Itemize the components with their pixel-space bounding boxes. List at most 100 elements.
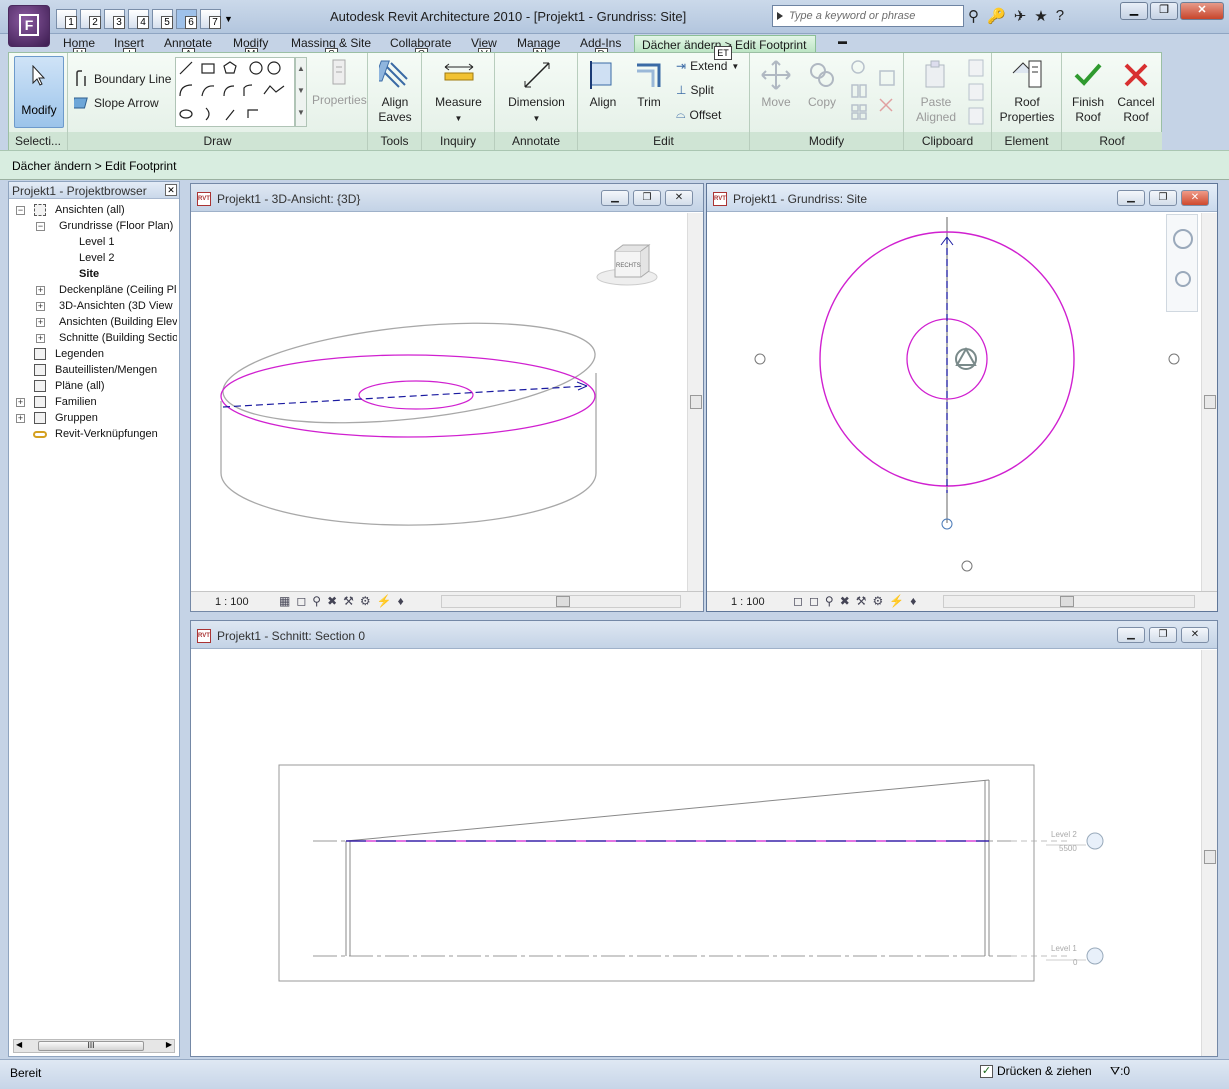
tree-legends[interactable]: Legenden <box>55 348 104 360</box>
tree-schedules[interactable]: Bauteillisten/Mengen <box>55 364 157 376</box>
tab-add-ins[interactable]: Add-InsD <box>580 36 621 61</box>
dimension-button[interactable]: Dimension ▼ <box>497 59 576 126</box>
extend-button[interactable]: ⇥ Extend ▼ <box>676 59 739 73</box>
tree-level-1[interactable]: Level 1 <box>79 236 114 248</box>
tree-views-all[interactable]: Ansichten (all) <box>55 204 125 216</box>
tab-home[interactable]: HomeH <box>63 36 95 61</box>
subscription-icon[interactable]: 🔑 <box>987 7 1006 25</box>
paste-aligned-button[interactable]: Paste Aligned <box>908 59 964 125</box>
collapse-icon[interactable]: − <box>36 222 45 231</box>
tree-groups[interactable]: Gruppen <box>55 412 98 424</box>
properties-button[interactable]: Properties <box>312 57 367 108</box>
tree-families[interactable]: Familien <box>55 396 97 408</box>
tree-elevations[interactable]: Ansichten (Building Elev <box>59 316 177 328</box>
tree-sections[interactable]: Schnitte (Building Sectio <box>59 332 177 344</box>
expand-icon[interactable]: + <box>16 414 25 423</box>
sync-icon[interactable]: 3 <box>104 9 125 29</box>
tab-view[interactable]: ViewV <box>471 36 497 61</box>
tab-insert[interactable]: InsertI <box>114 36 144 61</box>
modify-button[interactable]: Modify <box>14 56 64 128</box>
communication-icon[interactable]: ✈ <box>1014 7 1027 25</box>
trim-button[interactable]: Trim <box>628 59 670 110</box>
3d-view-qat-icon[interactable]: 7 <box>200 9 221 29</box>
scroll-thumb[interactable]: III <box>38 1041 144 1051</box>
favorites-icon[interactable]: ★ <box>1034 7 1047 25</box>
binoculars-icon[interactable]: ⚲ <box>968 7 979 25</box>
view-scale[interactable]: 1 : 100 <box>215 596 249 608</box>
tab-collaborate[interactable]: CollaborateC <box>390 36 451 61</box>
view-minimize-button[interactable]: ▁ <box>1117 627 1145 643</box>
measure-qat-icon[interactable]: 6 <box>176 9 197 29</box>
expand-icon[interactable]: + <box>36 302 45 311</box>
browser-scrollbar[interactable]: ◀ III ▶ <box>13 1039 175 1053</box>
save-icon[interactable]: 2 <box>80 9 101 29</box>
draw-gallery[interactable] <box>175 57 295 127</box>
view-restore-button[interactable]: ❐ <box>1149 190 1177 206</box>
search-input[interactable]: Type a keyword or phrase <box>772 5 964 27</box>
view-plan-vscroll[interactable] <box>1201 213 1217 591</box>
application-button[interactable]: F <box>8 5 50 47</box>
view-restore-button[interactable]: ❐ <box>1149 627 1177 643</box>
tab-manage[interactable]: ManageN <box>517 36 560 61</box>
zoom-icon[interactable] <box>1175 271 1191 287</box>
finish-roof-button[interactable]: Finish Roof <box>1064 59 1112 125</box>
expand-icon[interactable]: + <box>36 318 45 327</box>
view-section-vscroll[interactable] <box>1201 650 1217 1056</box>
view-plan-canvas[interactable] <box>707 213 1201 591</box>
tree-ceiling-plans[interactable]: Deckenpläne (Ceiling Pl <box>59 284 177 296</box>
expand-icon[interactable]: + <box>16 398 25 407</box>
align-eaves-button[interactable]: Align Eaves <box>370 59 420 125</box>
checkbox-checked-icon[interactable]: ✓ <box>980 1064 993 1078</box>
offset-button[interactable]: ⌓ Offset <box>676 107 721 122</box>
tab-modify[interactable]: ModifyM <box>233 36 268 61</box>
tree-level-2[interactable]: Level 2 <box>79 252 114 264</box>
view-3d-canvas[interactable]: RECHTS <box>191 213 687 591</box>
steering-wheel-icon[interactable] <box>1173 229 1193 249</box>
view-control-icons[interactable]: ▦◻⚲✖⚒⚙⚡♦ <box>279 594 410 608</box>
tab-massing-site[interactable]: Massing & SiteS <box>291 36 371 61</box>
minimize-button[interactable]: ▁ <box>1120 2 1148 20</box>
view-minimize-button[interactable]: ▁ <box>601 190 629 206</box>
split-button[interactable]: ⊥ Split <box>676 83 714 97</box>
browser-close-icon[interactable]: ✕ <box>165 184 177 196</box>
view-minimize-button[interactable]: ▁ <box>1117 190 1145 206</box>
expand-icon[interactable]: + <box>36 286 45 295</box>
view-close-button[interactable]: ✕ <box>1181 190 1209 206</box>
tree-revit-links[interactable]: Revit-Verknüpfungen <box>55 428 158 440</box>
view-scale[interactable]: 1 : 100 <box>731 596 765 608</box>
filter-count[interactable]: ⛛:0 <box>1110 1064 1130 1079</box>
align-button[interactable]: Align <box>580 59 626 110</box>
qat-dropdown-icon[interactable]: ▼ <box>224 14 233 24</box>
tab-annotate[interactable]: AnnotateA <box>164 36 212 61</box>
view-3d-vscroll[interactable] <box>687 213 703 591</box>
view-control-icons[interactable]: ◻◻⚲✖⚒⚙⚡♦ <box>793 594 922 608</box>
gallery-scroll[interactable]: ▲ ▼ ▼ <box>295 57 307 127</box>
redo-icon[interactable]: 5 <box>152 9 173 29</box>
press-drag-toggle[interactable]: ✓ Drücken & ziehen <box>980 1064 1092 1078</box>
move-button[interactable]: Move <box>754 59 798 110</box>
help-icon[interactable]: ? <box>1056 7 1064 25</box>
slope-arrow-button[interactable]: Slope Arrow <box>74 95 159 111</box>
view-plan-hscroll[interactable] <box>943 595 1195 608</box>
collapse-icon[interactable]: − <box>16 206 25 215</box>
expand-icon[interactable]: + <box>36 334 45 343</box>
measure-button[interactable]: Measure ▼ <box>424 59 493 126</box>
view-restore-button[interactable]: ❐ <box>633 190 661 206</box>
copy-button[interactable]: Copy <box>800 59 844 110</box>
tree-3d-views[interactable]: 3D-Ansichten (3D View <box>59 300 177 312</box>
view-section-canvas[interactable] <box>191 650 1201 1056</box>
undo-icon[interactable]: 4 <box>128 9 149 29</box>
cancel-roof-button[interactable]: Cancel Roof <box>1112 59 1160 125</box>
tree-floor-plans[interactable]: Grundrisse (Floor Plan) <box>59 220 177 232</box>
view-close-button[interactable]: ✕ <box>665 190 693 206</box>
roof-properties-button[interactable]: Roof Properties <box>994 59 1060 125</box>
tree-site[interactable]: Site <box>79 268 99 280</box>
ribbon-minimize-icon[interactable]: ▬ <box>838 36 847 46</box>
view-close-button[interactable]: ✕ <box>1181 627 1209 643</box>
boundary-line-button[interactable]: Boundary Line <box>74 70 171 88</box>
close-button[interactable]: ✕ <box>1180 2 1224 20</box>
view-3d-hscroll[interactable] <box>441 595 681 608</box>
restore-button[interactable]: ❐ <box>1150 2 1178 20</box>
tree-sheets[interactable]: Pläne (all) <box>55 380 105 392</box>
open-icon[interactable]: 1 <box>56 9 77 29</box>
